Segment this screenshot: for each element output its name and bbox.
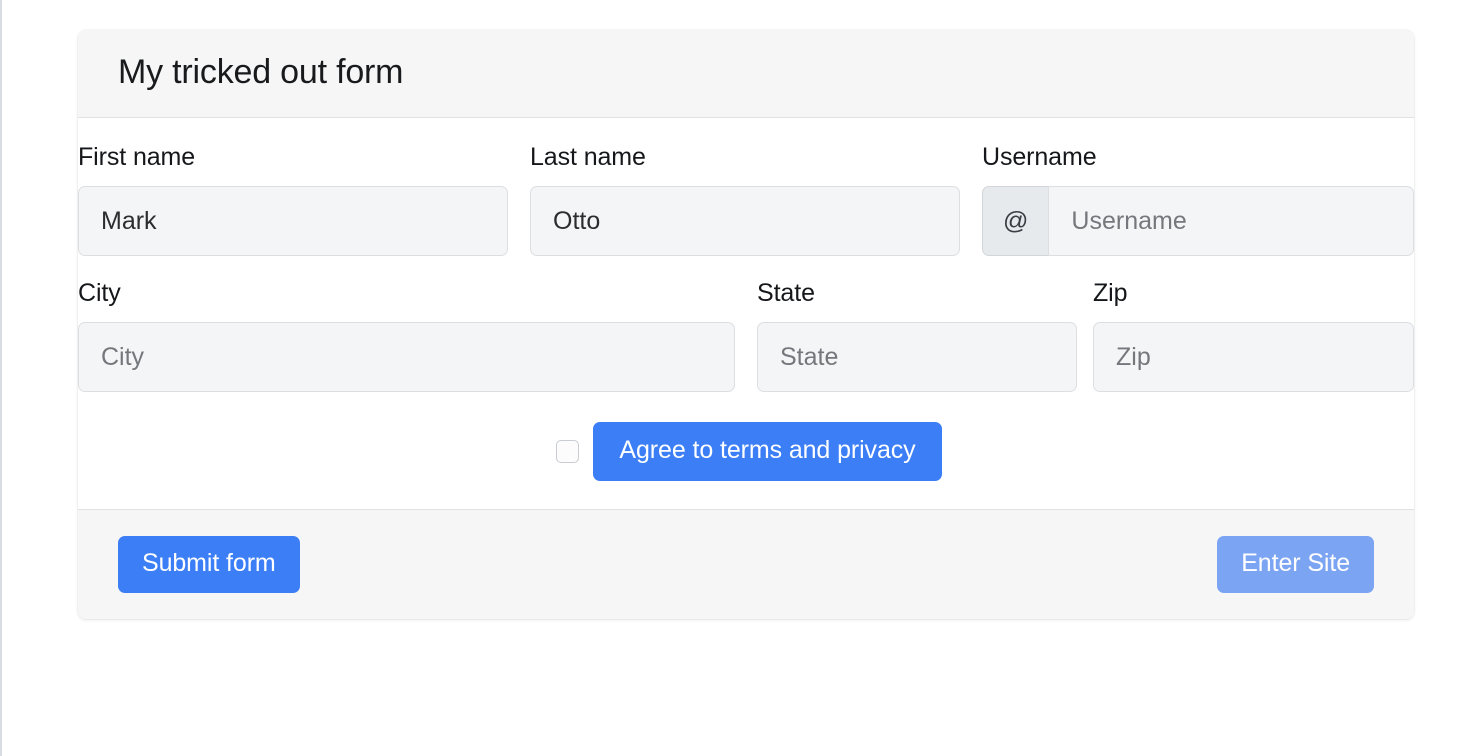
zip-label: Zip <box>1093 278 1414 308</box>
page-title: My tricked out form <box>118 54 1374 91</box>
state-input[interactable] <box>757 322 1077 392</box>
at-sign-icon: @ <box>982 186 1048 256</box>
form-row-address: City State Zip <box>78 278 1414 392</box>
state-label: State <box>757 278 1077 308</box>
first-name-input[interactable] <box>78 186 508 256</box>
field-group-city: City <box>78 278 735 392</box>
form-row-names: First name Last name Username @ <box>78 142 1414 256</box>
card-body: First name Last name Username @ <box>78 118 1414 509</box>
field-group-username: Username @ <box>982 142 1414 256</box>
field-group-last-name: Last name <box>530 142 960 256</box>
username-input[interactable] <box>1048 186 1414 256</box>
city-label: City <box>78 278 735 308</box>
agree-row: Agree to terms and privacy <box>84 422 1414 509</box>
last-name-label: Last name <box>530 142 960 172</box>
field-group-first-name: First name <box>78 142 508 256</box>
submit-form-button[interactable]: Submit form <box>118 536 300 593</box>
first-name-label: First name <box>78 142 508 172</box>
username-input-group: @ <box>982 186 1414 256</box>
field-group-zip: Zip <box>1093 278 1414 392</box>
field-group-state: State <box>757 278 1077 392</box>
agree-to-terms-button[interactable]: Agree to terms and privacy <box>593 422 941 481</box>
agree-checkbox[interactable] <box>556 440 579 463</box>
last-name-input[interactable] <box>530 186 960 256</box>
form-card: My tricked out form First name Last name… <box>78 30 1414 619</box>
card-footer: Submit form Enter Site <box>78 509 1414 619</box>
city-input[interactable] <box>78 322 735 392</box>
zip-input[interactable] <box>1093 322 1414 392</box>
browser-viewport: My tricked out form First name Last name… <box>0 0 1472 756</box>
username-label: Username <box>982 142 1414 172</box>
enter-site-button[interactable]: Enter Site <box>1217 536 1374 593</box>
card-header: My tricked out form <box>78 30 1414 118</box>
